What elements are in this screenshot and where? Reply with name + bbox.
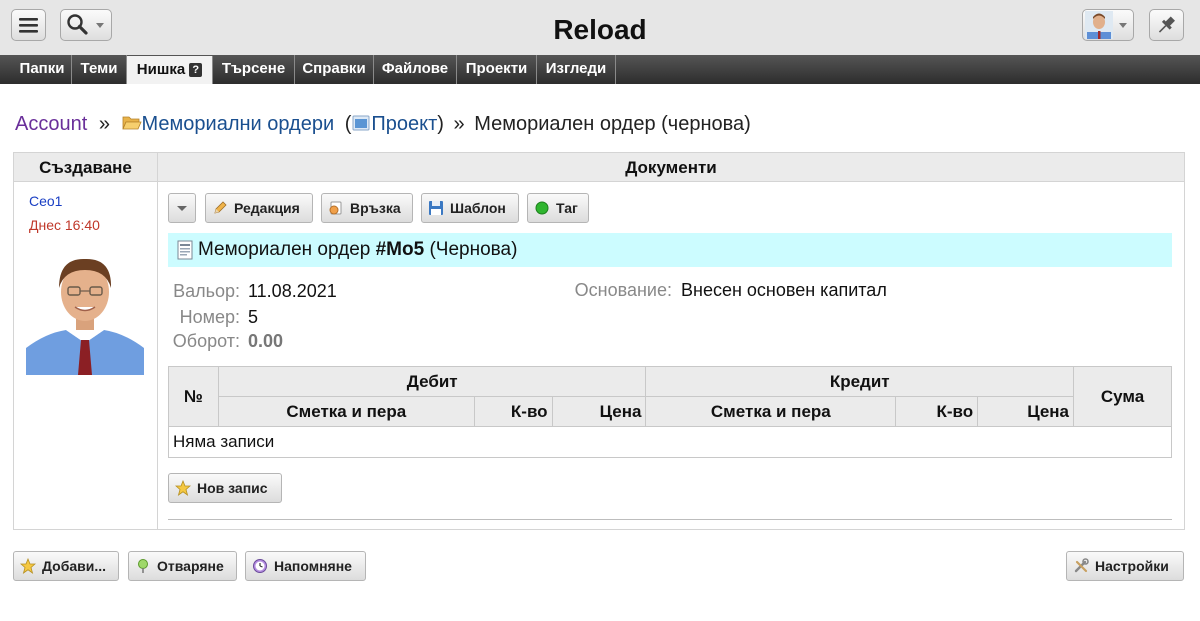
star-icon	[20, 558, 36, 574]
breadcrumb-account-link[interactable]: Account	[15, 113, 87, 135]
tag-button-label: Таг	[556, 200, 578, 216]
turnover-label: Оборот:	[172, 331, 240, 351]
column-divider	[157, 153, 158, 529]
reminder-button-label: Напомняне	[274, 558, 352, 574]
reminder-button[interactable]: Напомняне	[245, 551, 366, 581]
credit-header: Кредит	[645, 366, 1075, 397]
template-button[interactable]: Шаблон	[421, 193, 519, 223]
divider	[168, 519, 1172, 520]
breadcrumb-current: Мемориален ордер (чернова)	[474, 113, 751, 135]
pin-icon	[1158, 16, 1175, 33]
link-button[interactable]: Връзка	[321, 193, 413, 223]
credit-price-header: Цена	[977, 396, 1075, 427]
turnover-value: 0.00	[248, 331, 284, 351]
user-menu-button[interactable]	[1082, 9, 1134, 41]
green-dot-icon	[535, 201, 549, 215]
project-icon	[352, 115, 370, 131]
breadcrumb-paren-close: )	[437, 113, 444, 135]
number-column-header: №	[168, 366, 219, 427]
save-icon	[429, 201, 443, 215]
open-button[interactable]: Отваряне	[128, 551, 237, 581]
tools-icon	[1074, 558, 1089, 573]
link-icon	[329, 201, 342, 215]
folder-open-icon	[121, 116, 142, 130]
edit-button-label: Редакция	[234, 200, 300, 216]
new-entry-button[interactable]: Нов запис	[168, 473, 282, 503]
breadcrumb: Account » Мемориални ордери ( Проект) » …	[15, 113, 751, 136]
doc-options-dropdown[interactable]	[168, 193, 196, 223]
tab-reports[interactable]: Справки	[295, 55, 374, 84]
tab-files[interactable]: Файлове	[374, 55, 457, 84]
add-button-label: Добави...	[42, 558, 107, 574]
entries-table: № Дебит Кредит Сума Сметка и пера К-во Ц…	[168, 366, 1172, 458]
tab-projects[interactable]: Проекти	[457, 55, 537, 84]
tab-views[interactable]: Изгледи	[537, 55, 616, 84]
pin-button[interactable]	[1149, 9, 1184, 41]
breadcrumb-separator: »	[98, 113, 110, 135]
table-row: Няма записи	[168, 426, 1172, 458]
breadcrumb-folder-link[interactable]: Мемориални ордери	[142, 113, 335, 135]
pencil-icon	[214, 201, 227, 214]
new-entry-button-label: Нов запис	[197, 480, 268, 496]
add-button[interactable]: Добави...	[13, 551, 119, 581]
pin-marker-icon	[138, 559, 148, 573]
template-button-label: Шаблон	[450, 200, 506, 216]
user-avatar-icon	[1085, 11, 1127, 39]
clock-icon	[253, 559, 267, 573]
sum-header: Сума	[1073, 366, 1172, 427]
chevron-down-icon	[177, 206, 187, 211]
tab-thread[interactable]: Нишка?	[127, 56, 213, 84]
settings-button[interactable]: Настройки	[1066, 551, 1184, 581]
debit-qty-header: К-во	[473, 396, 553, 427]
document-title-bar: Мемориален ордер #Mo5 (Чернова)	[168, 233, 1172, 267]
creator-time: Днес 16:40	[29, 217, 100, 233]
document-title: Мемориален ордер	[198, 239, 371, 260]
breadcrumb-paren-open: (	[344, 113, 352, 135]
edit-button[interactable]: Редакция	[205, 193, 313, 223]
debit-header: Дебит	[217, 366, 647, 397]
empty-table-message: Няма записи	[168, 426, 1172, 458]
documents-column-header: Документи	[158, 153, 1184, 182]
document-status: (Чернова)	[429, 239, 518, 260]
avatar[interactable]	[26, 248, 144, 375]
tab-topics[interactable]: Теми	[72, 55, 127, 84]
credit-qty-header: К-во	[895, 396, 979, 427]
tab-search[interactable]: Търсене	[213, 55, 295, 84]
chevron-down-icon	[1119, 23, 1127, 28]
basis-label: Основание:	[574, 280, 672, 300]
star-icon	[175, 480, 191, 496]
tab-thread-label: Нишка	[136, 61, 186, 78]
creator-name[interactable]: Ceo1	[29, 193, 62, 209]
number-label: Номер:	[179, 307, 240, 327]
document-number: #Mo5	[375, 239, 425, 260]
creation-column-header: Създаване	[14, 153, 157, 182]
breadcrumb-separator: »	[453, 113, 465, 135]
debit-price-header: Цена	[551, 396, 647, 427]
number-value: 5	[248, 307, 259, 327]
settings-button-label: Настройки	[1095, 558, 1169, 574]
main-nav: Папки Теми Нишка? Търсене Справки Файлов…	[0, 55, 1200, 84]
debit-account-header: Сметка и пера	[217, 396, 475, 427]
tag-button[interactable]: Таг	[527, 193, 589, 223]
valor-value: 11.08.2021	[248, 281, 337, 301]
basis-value: Внесен основен капитал	[681, 280, 887, 300]
app-title: Reload	[553, 14, 647, 45]
breadcrumb-project-link[interactable]: Проект	[371, 113, 437, 135]
valor-label: Вальор:	[173, 281, 240, 301]
document-icon	[177, 240, 193, 260]
link-button-label: Връзка	[350, 200, 401, 216]
tab-folders[interactable]: Папки	[13, 55, 72, 84]
top-bar: Reload	[0, 0, 1200, 55]
help-icon[interactable]: ?	[189, 63, 203, 77]
credit-account-header: Сметка и пера	[645, 396, 897, 427]
open-button-label: Отваряне	[157, 558, 224, 574]
